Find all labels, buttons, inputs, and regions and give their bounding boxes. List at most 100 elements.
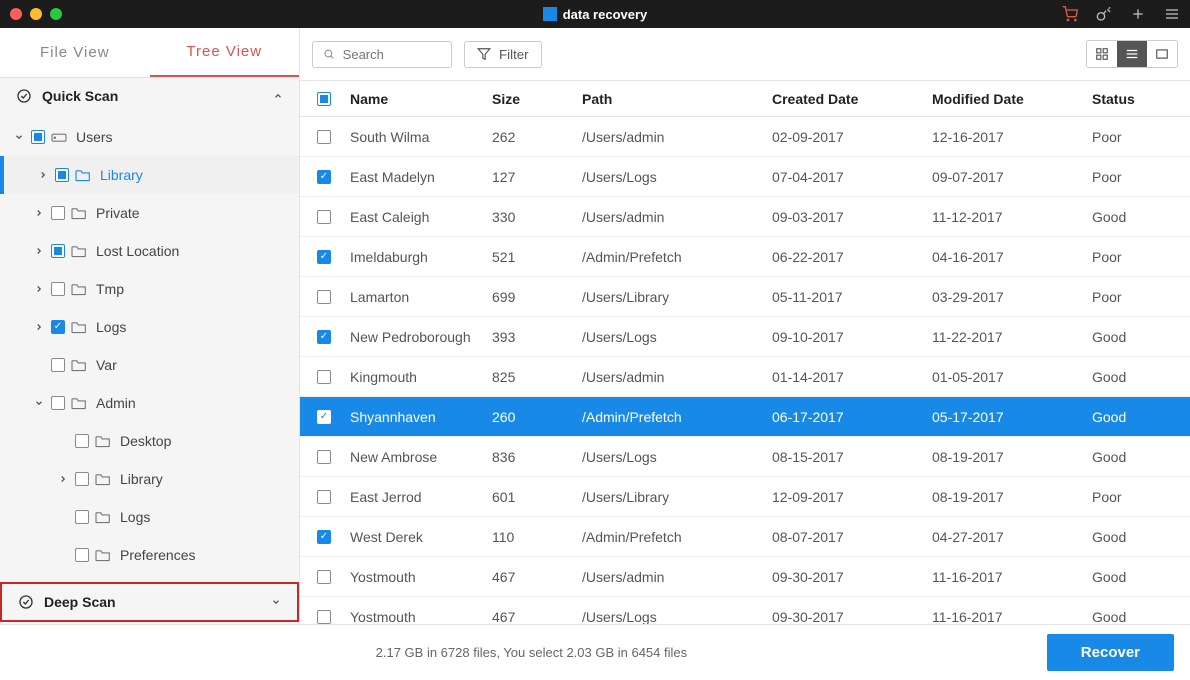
column-modified[interactable]: Modified Date bbox=[926, 91, 1086, 107]
menu-icon[interactable] bbox=[1164, 6, 1180, 22]
table-header: Name Size Path Created Date Modified Dat… bbox=[300, 81, 1190, 117]
chevron-right-icon[interactable] bbox=[30, 284, 48, 294]
tree-checkbox[interactable] bbox=[51, 206, 65, 220]
chevron-down-icon[interactable] bbox=[30, 398, 48, 408]
tree-item-tmp[interactable]: Tmp bbox=[0, 270, 299, 308]
table-row[interactable]: New Pedroborough393/Users/Logs09-10-2017… bbox=[300, 317, 1190, 357]
tree-item-logs[interactable]: Logs bbox=[0, 498, 299, 536]
tree-checkbox[interactable] bbox=[31, 130, 45, 144]
table-row[interactable]: East Caleigh330/Users/admin09-03-201711-… bbox=[300, 197, 1190, 237]
key-icon[interactable] bbox=[1096, 6, 1112, 22]
row-checkbox[interactable] bbox=[317, 130, 331, 144]
tree-checkbox[interactable] bbox=[75, 510, 89, 524]
table-row[interactable]: New Ambrose836/Users/Logs08-15-201708-19… bbox=[300, 437, 1190, 477]
row-checkbox[interactable] bbox=[317, 210, 331, 224]
row-checkbox[interactable] bbox=[317, 410, 331, 424]
table-row[interactable]: East Jerrod601/Users/Library12-09-201708… bbox=[300, 477, 1190, 517]
table-row[interactable]: Yostmouth467/Users/Logs09-30-201711-16-2… bbox=[300, 597, 1190, 624]
column-created[interactable]: Created Date bbox=[766, 91, 926, 107]
column-path[interactable]: Path bbox=[576, 91, 766, 107]
search-input[interactable] bbox=[343, 47, 441, 62]
column-size[interactable]: Size bbox=[486, 91, 576, 107]
close-icon[interactable] bbox=[10, 8, 22, 20]
scan-section-quick-scan[interactable]: Quick Scan bbox=[0, 78, 299, 114]
tree-checkbox[interactable] bbox=[75, 434, 89, 448]
tab-tree-view[interactable]: Tree View bbox=[150, 28, 300, 77]
view-mode-grid[interactable] bbox=[1087, 41, 1117, 67]
tree-item-desktop[interactable]: Desktop bbox=[0, 422, 299, 460]
tab-file-view[interactable]: File View bbox=[0, 28, 150, 77]
cell-status: Good bbox=[1086, 329, 1186, 345]
tree-checkbox[interactable] bbox=[75, 472, 89, 486]
column-name[interactable]: Name bbox=[344, 91, 486, 107]
tree-item-library[interactable]: Library bbox=[0, 460, 299, 498]
table-row[interactable]: Yostmouth467/Users/admin09-30-201711-16-… bbox=[300, 557, 1190, 597]
row-checkbox[interactable] bbox=[317, 530, 331, 544]
table-row[interactable]: West Derek110/Admin/Prefetch08-07-201704… bbox=[300, 517, 1190, 557]
tree-item-admin[interactable]: Admin bbox=[0, 384, 299, 422]
table-row[interactable]: East Madelyn127/Users/Logs07-04-201709-0… bbox=[300, 157, 1190, 197]
tree-checkbox[interactable] bbox=[75, 548, 89, 562]
search-box[interactable] bbox=[312, 41, 452, 68]
scan-section-deep-scan[interactable]: Deep Scan bbox=[0, 582, 299, 622]
row-checkbox[interactable] bbox=[317, 570, 331, 584]
column-status[interactable]: Status bbox=[1086, 91, 1186, 107]
row-checkbox[interactable] bbox=[317, 170, 331, 184]
filter-button[interactable]: Filter bbox=[464, 41, 542, 68]
tree: UsersLibraryPrivateLost LocationTmpLogsV… bbox=[0, 114, 299, 582]
tree-item-preferences[interactable]: Preferences bbox=[0, 536, 299, 574]
cell-status: Poor bbox=[1086, 169, 1186, 185]
row-checkbox[interactable] bbox=[317, 450, 331, 464]
tree-checkbox[interactable] bbox=[51, 282, 65, 296]
cell-name: South Wilma bbox=[344, 129, 486, 145]
row-checkbox[interactable] bbox=[317, 290, 331, 304]
cell-created: 08-07-2017 bbox=[766, 529, 926, 545]
cell-created: 06-17-2017 bbox=[766, 409, 926, 425]
tree-item-users[interactable]: Users bbox=[0, 118, 299, 156]
maximize-icon[interactable] bbox=[50, 8, 62, 20]
tree-item-lost-location[interactable]: Lost Location bbox=[0, 232, 299, 270]
tree-checkbox[interactable] bbox=[51, 358, 65, 372]
tree-item-logs[interactable]: Logs bbox=[0, 308, 299, 346]
tree-item-label: Desktop bbox=[114, 433, 171, 449]
chevron-right-icon[interactable] bbox=[54, 474, 72, 484]
table-row[interactable]: Imeldaburgh521/Admin/Prefetch06-22-20170… bbox=[300, 237, 1190, 277]
table-row[interactable]: Kingmouth825/Users/admin01-14-201701-05-… bbox=[300, 357, 1190, 397]
cart-icon[interactable] bbox=[1062, 6, 1078, 22]
cell-modified: 04-27-2017 bbox=[926, 529, 1086, 545]
plus-icon[interactable] bbox=[1130, 6, 1146, 22]
tree-checkbox[interactable] bbox=[51, 244, 65, 258]
table-row[interactable]: South Wilma262/Users/admin02-09-201712-1… bbox=[300, 117, 1190, 157]
chevron-right-icon[interactable] bbox=[34, 170, 52, 180]
row-checkbox[interactable] bbox=[317, 250, 331, 264]
table-row[interactable]: Lamarton699/Users/Library05-11-201703-29… bbox=[300, 277, 1190, 317]
tree-item-var[interactable]: Var bbox=[0, 346, 299, 384]
view-mode-preview[interactable] bbox=[1147, 41, 1177, 67]
tree-checkbox[interactable] bbox=[51, 396, 65, 410]
folder-icon bbox=[68, 396, 90, 410]
minimize-icon[interactable] bbox=[30, 8, 42, 20]
folder-icon bbox=[68, 358, 90, 372]
chevron-right-icon[interactable] bbox=[30, 322, 48, 332]
row-checkbox[interactable] bbox=[317, 370, 331, 384]
tree-item-private[interactable]: Private bbox=[0, 194, 299, 232]
row-checkbox[interactable] bbox=[317, 490, 331, 504]
recover-button[interactable]: Recover bbox=[1047, 634, 1174, 671]
table-row[interactable]: Shyannhaven260/Admin/Prefetch06-17-20170… bbox=[300, 397, 1190, 437]
tree-checkbox[interactable] bbox=[51, 320, 65, 334]
view-mode-list[interactable] bbox=[1117, 41, 1147, 67]
cell-status: Poor bbox=[1086, 289, 1186, 305]
tree-item-library[interactable]: Library bbox=[0, 156, 299, 194]
chevron-right-icon[interactable] bbox=[30, 208, 48, 218]
cell-created: 09-03-2017 bbox=[766, 209, 926, 225]
cell-name: Yostmouth bbox=[344, 609, 486, 625]
row-checkbox[interactable] bbox=[317, 610, 331, 624]
chevron-right-icon[interactable] bbox=[30, 246, 48, 256]
cell-status: Good bbox=[1086, 369, 1186, 385]
row-checkbox[interactable] bbox=[317, 330, 331, 344]
chevron-down-icon[interactable] bbox=[10, 132, 28, 142]
cell-status: Good bbox=[1086, 409, 1186, 425]
cell-created: 12-09-2017 bbox=[766, 489, 926, 505]
select-all-checkbox[interactable] bbox=[317, 92, 331, 106]
tree-checkbox[interactable] bbox=[55, 168, 69, 182]
